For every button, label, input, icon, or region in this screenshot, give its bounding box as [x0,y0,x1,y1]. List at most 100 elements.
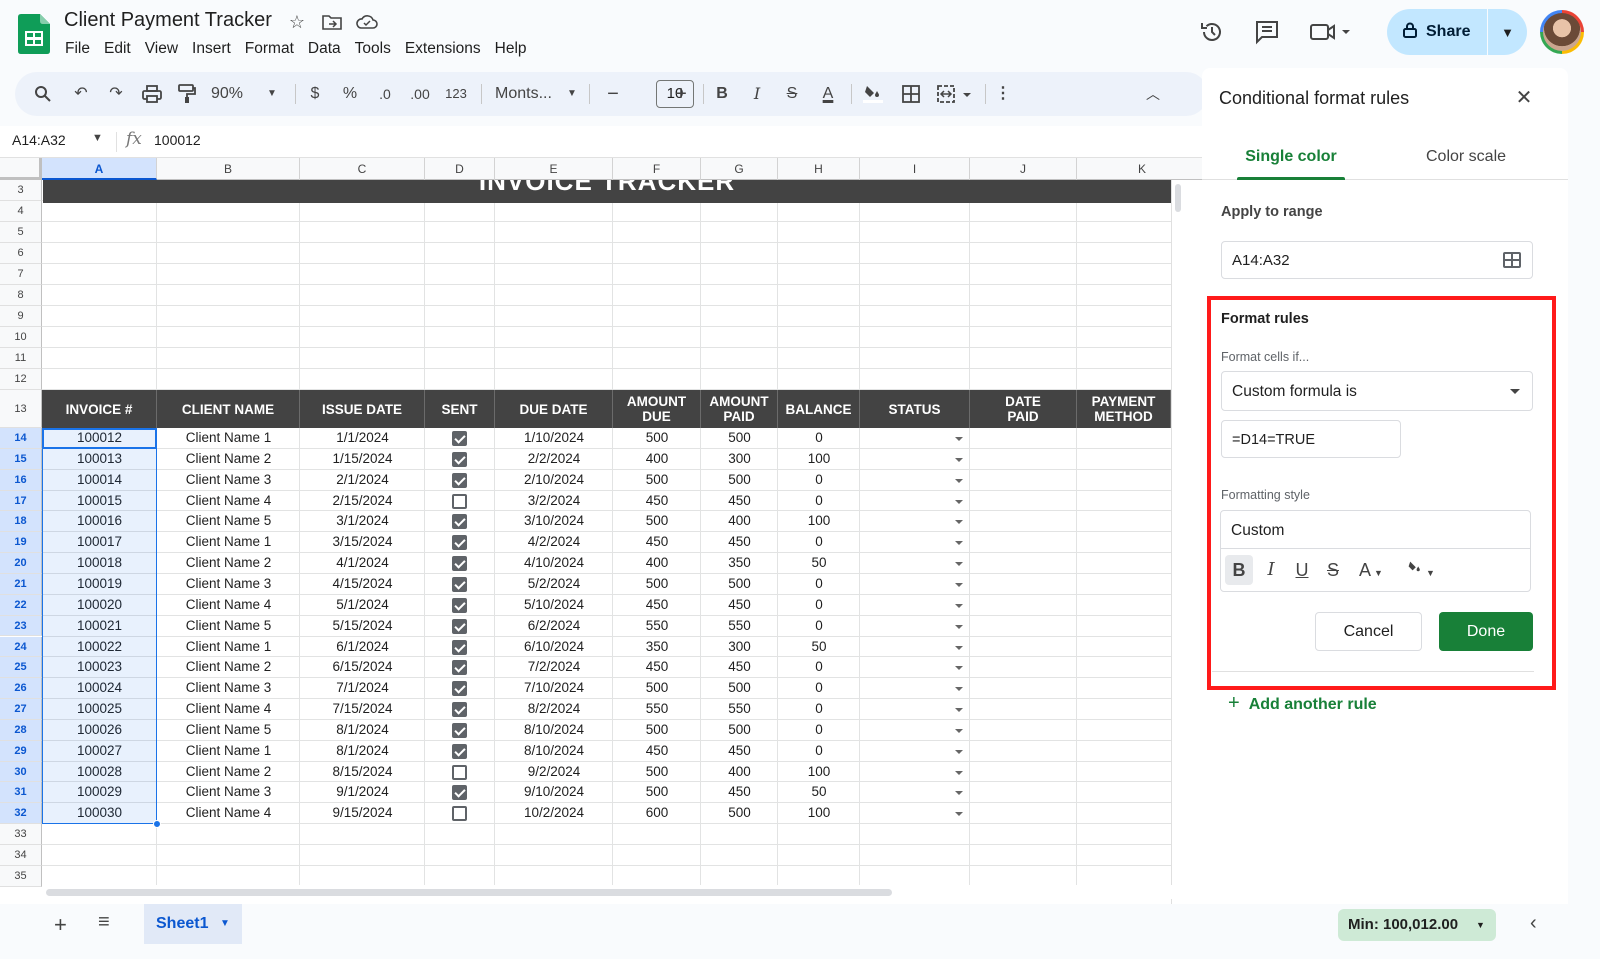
cell-c18[interactable]: 3/1/2024 [300,513,425,534]
style-underline-button[interactable]: U [1288,555,1316,585]
cell-f20[interactable]: 400 [613,555,701,576]
row-header-4[interactable]: 4 [0,201,42,222]
sent-checkbox[interactable] [452,493,467,509]
cell-h18[interactable]: 100 [778,513,860,534]
cell-c28[interactable]: 8/1/2024 [300,722,425,743]
row-header-29[interactable]: 29 [0,740,42,762]
cell-b29[interactable]: Client Name 1 [157,743,300,764]
cell-b21[interactable]: Client Name 3 [157,576,300,597]
cell-f23[interactable]: 550 [613,618,701,639]
decrease-decimal-button[interactable]: .0 [373,72,397,116]
row-header-35[interactable]: 35 [0,866,42,888]
cell-c16[interactable]: 2/1/2024 [300,472,425,493]
cell-f32[interactable]: 600 [613,805,701,826]
style-strikethrough-button[interactable]: S [1319,555,1347,585]
status-dropdown-icon[interactable] [955,687,963,692]
cell-g17[interactable]: 450 [701,493,778,514]
status-dropdown-icon[interactable] [955,499,963,504]
percent-format-button[interactable]: % [339,72,361,116]
sent-checkbox[interactable] [452,785,467,801]
cell-h25[interactable]: 0 [778,659,860,680]
cell-c22[interactable]: 5/1/2024 [300,597,425,618]
row-header-13[interactable]: 13 [0,390,42,428]
cell-f28[interactable]: 500 [613,722,701,743]
column-header-g[interactable]: G [701,158,778,180]
status-dropdown-icon[interactable] [955,603,963,608]
cell-h26[interactable]: 0 [778,680,860,701]
number-format-button[interactable]: 123 [443,72,469,116]
cell-c20[interactable]: 4/1/2024 [300,555,425,576]
row-header-31[interactable]: 31 [0,782,42,804]
horizontal-scroll-thumb[interactable] [46,889,892,896]
cell-b16[interactable]: Client Name 3 [157,472,300,493]
row-header-6[interactable]: 6 [0,243,42,264]
custom-formula-input[interactable]: =D14=TRUE [1221,420,1401,458]
cell-c30[interactable]: 8/15/2024 [300,764,425,785]
cell-f24[interactable]: 350 [613,639,701,660]
meet-video-icon[interactable] [1306,16,1356,48]
cell-h28[interactable]: 0 [778,722,860,743]
sent-checkbox[interactable] [452,806,467,822]
status-dropdown-icon[interactable] [955,812,963,817]
redo-icon[interactable]: ↷ [104,72,128,116]
status-dropdown-icon[interactable] [955,478,963,483]
cell-g21[interactable]: 500 [701,576,778,597]
cell-b27[interactable]: Client Name 4 [157,701,300,722]
column-header-f[interactable]: F [613,158,701,180]
cell-c15[interactable]: 1/15/2024 [300,451,425,472]
row-header-3[interactable]: 3 [0,180,42,201]
spreadsheet-grid[interactable]: ABCDEFGHIJK 3 4 5 6 7 8 9 10 11 12 13 14 15 16 17 18 19 2… [0,158,1208,909]
row-header-33[interactable]: 33 [0,824,42,846]
cell-g19[interactable]: 450 [701,534,778,555]
share-button[interactable]: Share ▼ [1387,9,1527,55]
row-header-12[interactable]: 12 [0,369,42,390]
cell-f31[interactable]: 500 [613,784,701,805]
share-dropdown-icon[interactable]: ▼ [1488,25,1527,40]
cell-f17[interactable]: 450 [613,493,701,514]
menu-data[interactable]: Data [301,38,348,60]
status-dropdown-icon[interactable] [955,645,963,650]
row-header-16[interactable]: 16 [0,469,42,491]
cell-c32[interactable]: 9/15/2024 [300,805,425,826]
cell-h32[interactable]: 100 [778,805,860,826]
document-title[interactable]: Client Payment Tracker [64,9,272,32]
more-options-icon[interactable]: ⋮ [993,72,1013,116]
column-header-j[interactable]: J [970,158,1077,180]
name-box[interactable]: A14:A32 [12,132,66,148]
cell-c19[interactable]: 3/15/2024 [300,534,425,555]
status-dropdown-icon[interactable] [955,582,963,587]
cell-e25[interactable]: 7/2/2024 [495,659,613,680]
cell-c26[interactable]: 7/1/2024 [300,680,425,701]
cell-e27[interactable]: 8/2/2024 [495,701,613,722]
cell-e31[interactable]: 9/10/2024 [495,784,613,805]
menu-help[interactable]: Help [488,38,534,60]
cell-b24[interactable]: Client Name 1 [157,639,300,660]
row-header-27[interactable]: 27 [0,699,42,720]
cell-f26[interactable]: 500 [613,680,701,701]
sent-checkbox[interactable] [452,451,467,467]
menu-file[interactable]: File [58,38,97,60]
row-header-18[interactable]: 18 [0,511,42,533]
sent-checkbox[interactable] [452,535,467,551]
cell-h22[interactable]: 0 [778,597,860,618]
cell-b15[interactable]: Client Name 2 [157,451,300,472]
row-header-10[interactable]: 10 [0,327,42,348]
zoom-select[interactable]: 90% ▼ [211,72,285,116]
cell-h21[interactable]: 0 [778,576,860,597]
row-header-19[interactable]: 19 [0,532,42,554]
add-sheet-icon[interactable]: + [54,912,67,938]
row-header-8[interactable]: 8 [0,285,42,306]
sent-checkbox[interactable] [452,764,467,780]
cell-e18[interactable]: 3/10/2024 [495,513,613,534]
row-header-5[interactable]: 5 [0,222,42,243]
menu-edit[interactable]: Edit [97,38,138,60]
status-dropdown-icon[interactable] [955,520,963,525]
cell-e21[interactable]: 5/2/2024 [495,576,613,597]
italic-button[interactable]: I [747,72,767,116]
status-dropdown-icon[interactable] [955,562,963,567]
row-header-26[interactable]: 26 [0,678,42,700]
cell-g18[interactable]: 400 [701,513,778,534]
account-avatar[interactable] [1540,10,1584,54]
cell-c29[interactable]: 8/1/2024 [300,743,425,764]
cell-g29[interactable]: 450 [701,743,778,764]
